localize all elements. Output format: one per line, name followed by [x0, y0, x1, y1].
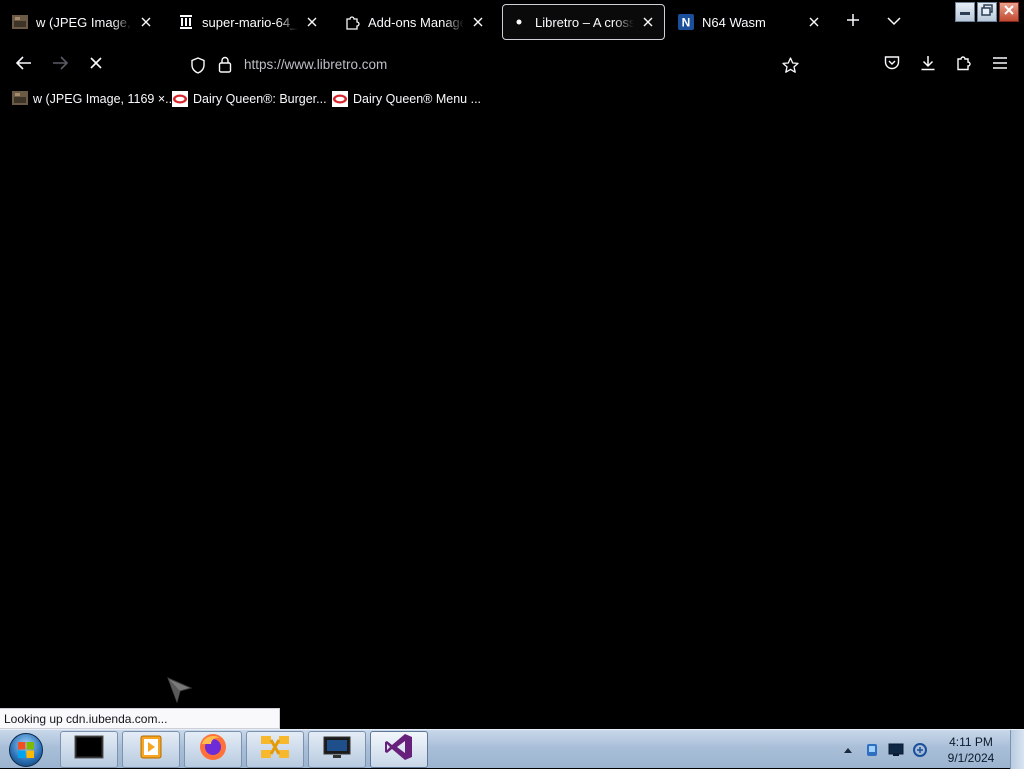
show-desktop-button[interactable]: [1010, 730, 1024, 769]
bookmark-label: Dairy Queen®: Burger...: [193, 92, 327, 106]
restore-button[interactable]: [977, 2, 997, 22]
url-text[interactable]: https://www.libretro.com: [244, 57, 387, 72]
clock-date: 9/1/2024: [947, 750, 995, 765]
lock-icon[interactable]: [218, 56, 232, 78]
windows-logo-icon: [9, 733, 43, 767]
forward-button[interactable]: [47, 52, 73, 78]
window-controls: [955, 2, 1019, 22]
close-icon[interactable]: [304, 14, 320, 30]
url-bar[interactable]: https://www.libretro.com: [180, 49, 820, 81]
archive-building-icon: [178, 14, 194, 30]
tab-title: Add-ons Manager: [368, 14, 464, 30]
new-tab-button[interactable]: [841, 10, 865, 34]
bookmark-label: w (JPEG Image, 1169 ×...: [33, 92, 176, 106]
display-icon[interactable]: [887, 741, 905, 759]
tab-n64-wasm[interactable]: N N64 Wasm: [670, 4, 830, 40]
minimize-button[interactable]: [955, 2, 975, 22]
system-tray: 4:11 PM 9/1/2024: [836, 730, 1024, 769]
arrow-right-icon: [52, 55, 69, 75]
close-icon[interactable]: [470, 14, 486, 30]
tab-strip: w (JPEG Image, 1169 super-mario-64_n64 A…: [0, 0, 1024, 45]
tab-title: Libretro – A crosspla: [535, 14, 634, 30]
close-icon: [90, 56, 102, 74]
start-button[interactable]: [6, 731, 46, 769]
mouse-cursor-icon: [166, 676, 194, 709]
n-letter-icon: N: [678, 14, 694, 30]
bookmark-dairy-queen-burger[interactable]: Dairy Queen®: Burger...: [172, 89, 327, 109]
close-icon[interactable]: [806, 14, 822, 30]
loading-dot-icon: [511, 14, 527, 30]
taskbar-vmware-app[interactable]: [246, 731, 304, 768]
tab-title: super-mario-64_n64: [202, 14, 298, 30]
puzzle-piece-icon: [956, 55, 972, 76]
stop-loading-button[interactable]: [83, 52, 109, 78]
tab-add-ons-manager[interactable]: Add-ons Manager: [336, 4, 494, 40]
chevron-up-icon[interactable]: [839, 741, 857, 759]
star-icon[interactable]: [782, 57, 799, 79]
tab-jpeg-image[interactable]: w (JPEG Image, 1169: [4, 4, 162, 40]
back-button[interactable]: [11, 52, 37, 78]
vmware-icon: [259, 732, 291, 767]
bookmarks-toolbar: w (JPEG Image, 1169 ×... Dairy Queen®: B…: [0, 85, 1024, 113]
puzzle-piece-icon: [344, 14, 360, 30]
tab-title: N64 Wasm: [702, 14, 766, 30]
image-thumbnail-icon: [12, 91, 28, 107]
dairy-queen-logo-icon: [172, 91, 188, 107]
terminal-icon: [74, 734, 104, 765]
bookmark-dairy-queen-menu[interactable]: Dairy Queen® Menu ...: [332, 89, 481, 109]
hamburger-menu-icon: [993, 56, 1007, 74]
navigation-toolbar: https://www.libretro.com: [0, 45, 1024, 85]
dairy-queen-logo-icon: [332, 91, 348, 107]
minimize-icon: [959, 3, 971, 21]
close-icon[interactable]: [640, 14, 656, 30]
visual-studio-icon: [384, 732, 414, 767]
list-all-tabs-button[interactable]: [882, 10, 906, 34]
tab-libretro[interactable]: Libretro – A crosspla: [502, 4, 665, 40]
taskbar-terminal-app[interactable]: [60, 731, 118, 768]
svg-text:N: N: [682, 16, 691, 30]
pocket-icon: [884, 55, 900, 75]
tab-title: w (JPEG Image, 1169: [36, 14, 132, 30]
plus-icon: [846, 13, 860, 32]
application-menu-button[interactable]: [987, 52, 1013, 78]
taskbar-remote-desktop-app[interactable]: [308, 731, 366, 768]
bookmark-jpeg-image[interactable]: w (JPEG Image, 1169 ×...: [12, 89, 176, 109]
pocket-button[interactable]: [879, 52, 905, 78]
firefox-icon: [198, 732, 228, 767]
media-player-icon: [138, 734, 164, 765]
restore-icon: [981, 3, 993, 21]
bookmark-label: Dairy Queen® Menu ...: [353, 92, 482, 106]
download-icon: [920, 55, 936, 76]
taskbar-firefox-app[interactable]: [184, 731, 242, 768]
taskbar-media-player-app[interactable]: [122, 731, 180, 768]
close-icon[interactable]: [138, 14, 154, 30]
chevron-down-icon: [887, 13, 901, 31]
shield-icon[interactable]: [190, 57, 206, 79]
status-panel: Looking up cdn.iubenda.com...: [0, 708, 280, 729]
taskbar-visual-studio-app[interactable]: [370, 731, 428, 768]
extensions-button[interactable]: [951, 52, 977, 78]
arrow-left-icon: [15, 55, 32, 75]
tab-super-mario[interactable]: super-mario-64_n64: [170, 4, 328, 40]
clock[interactable]: 4:11 PM 9/1/2024: [938, 734, 1004, 766]
sync-icon[interactable]: [911, 741, 929, 759]
close-window-button[interactable]: [999, 2, 1019, 22]
close-icon: [1003, 3, 1015, 21]
clock-time: 4:11 PM: [949, 734, 993, 749]
monitor-icon: [322, 734, 352, 765]
image-thumbnail-icon: [12, 14, 28, 30]
network-share-icon[interactable]: [863, 741, 881, 759]
taskbar: 4:11 PM 9/1/2024: [0, 729, 1024, 769]
page-content[interactable]: [0, 113, 1024, 729]
downloads-button[interactable]: [915, 52, 941, 78]
